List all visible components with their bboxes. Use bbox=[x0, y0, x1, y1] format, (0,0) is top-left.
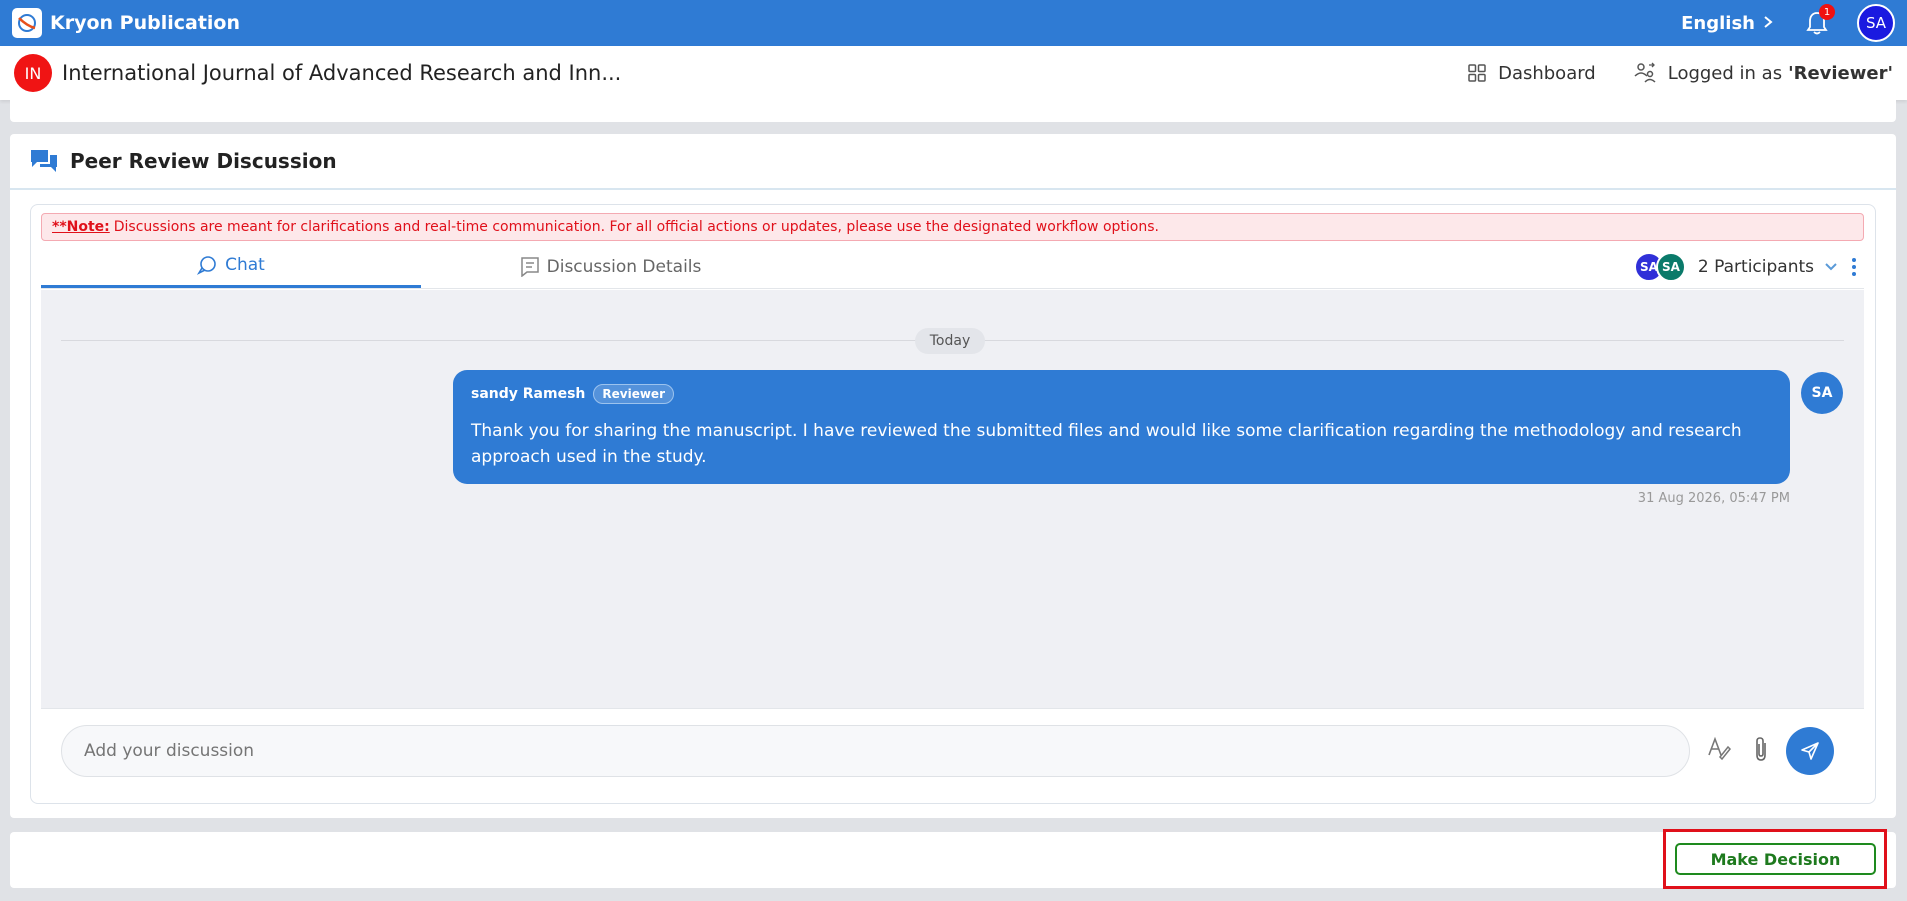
participants-area: SA SA 2 Participants bbox=[1633, 245, 1864, 288]
discussion-tabs: Chat Discussion Details SA SA 2 Particip… bbox=[41, 245, 1864, 289]
tab-discussion-details[interactable]: Discussion Details bbox=[421, 245, 801, 288]
more-options-icon[interactable] bbox=[1852, 257, 1856, 276]
top-nav-bar: Kryon Publication English 1 SA bbox=[0, 0, 1907, 46]
logged-in-role[interactable]: Logged in as 'Reviewer' bbox=[1634, 62, 1893, 84]
journal-avatar: IN bbox=[14, 54, 52, 92]
logged-in-role-value: 'Reviewer' bbox=[1788, 62, 1893, 84]
message-composer bbox=[41, 708, 1864, 792]
chevron-down-icon[interactable] bbox=[1824, 257, 1838, 276]
collapsed-section bbox=[10, 100, 1896, 122]
message-timestamp: 31 Aug 2026, 05:47 PM bbox=[1637, 491, 1790, 506]
chat-bubbles-icon bbox=[31, 150, 57, 172]
chat-messages-area[interactable]: Today sandy Ramesh Reviewer Thank you fo… bbox=[41, 290, 1864, 708]
notification-badge: 1 bbox=[1819, 4, 1835, 20]
brand-name[interactable]: Kryon Publication bbox=[50, 12, 240, 34]
tab-chat-label: Chat bbox=[225, 255, 265, 275]
dashboard-link[interactable]: Dashboard bbox=[1468, 63, 1596, 84]
sender-role-badge: Reviewer bbox=[593, 384, 674, 404]
send-icon bbox=[1801, 742, 1819, 760]
note-text: Discussions are meant for clarifications… bbox=[113, 219, 1159, 235]
dashboard-grid-icon bbox=[1468, 64, 1486, 82]
text-format-icon[interactable] bbox=[1706, 735, 1732, 765]
tab-discussion-details-label: Discussion Details bbox=[546, 256, 702, 277]
journal-title: International Journal of Advanced Resear… bbox=[62, 61, 622, 85]
note-banner: **Note: Discussions are meant for clarif… bbox=[41, 213, 1864, 241]
brand-logo-icon[interactable] bbox=[12, 8, 42, 38]
date-divider: Today bbox=[915, 328, 985, 354]
chat-icon bbox=[197, 256, 216, 275]
make-decision-button[interactable]: Make Decision bbox=[1675, 843, 1876, 875]
language-selector[interactable]: English bbox=[1681, 13, 1773, 34]
dashboard-label: Dashboard bbox=[1498, 62, 1596, 84]
journal-bar: IN International Journal of Advanced Res… bbox=[0, 46, 1907, 100]
details-icon bbox=[520, 256, 539, 277]
message-avatar: SA bbox=[1801, 372, 1843, 414]
message-text: Thank you for sharing the manuscript. I … bbox=[471, 421, 1742, 467]
action-footer bbox=[10, 832, 1896, 888]
notification-bell-button[interactable]: 1 bbox=[1803, 4, 1835, 38]
user-avatar[interactable]: SA bbox=[1857, 4, 1895, 42]
participants-count[interactable]: 2 Participants bbox=[1698, 257, 1814, 277]
logged-in-prefix: Logged in as bbox=[1667, 62, 1783, 84]
discussion-container: **Note: Discussions are meant for clarif… bbox=[30, 204, 1876, 804]
note-label: **Note: bbox=[52, 219, 110, 235]
message-bubble: sandy Ramesh Reviewer Thank you for shar… bbox=[453, 370, 1790, 484]
discussion-input[interactable] bbox=[61, 725, 1690, 777]
participant-avatar[interactable]: SA bbox=[1655, 251, 1686, 282]
peer-review-panel: Peer Review Discussion **Note: Discussio… bbox=[10, 134, 1896, 818]
send-button[interactable] bbox=[1786, 727, 1834, 775]
paperclip-icon[interactable] bbox=[1751, 735, 1771, 767]
panel-header: Peer Review Discussion bbox=[10, 134, 1896, 190]
language-label: English bbox=[1681, 12, 1755, 34]
message-sender: sandy Ramesh bbox=[471, 386, 586, 402]
switch-user-icon bbox=[1634, 62, 1656, 83]
chevron-right-icon bbox=[1763, 13, 1773, 34]
panel-title: Peer Review Discussion bbox=[70, 149, 337, 173]
tab-chat[interactable]: Chat bbox=[41, 245, 421, 288]
